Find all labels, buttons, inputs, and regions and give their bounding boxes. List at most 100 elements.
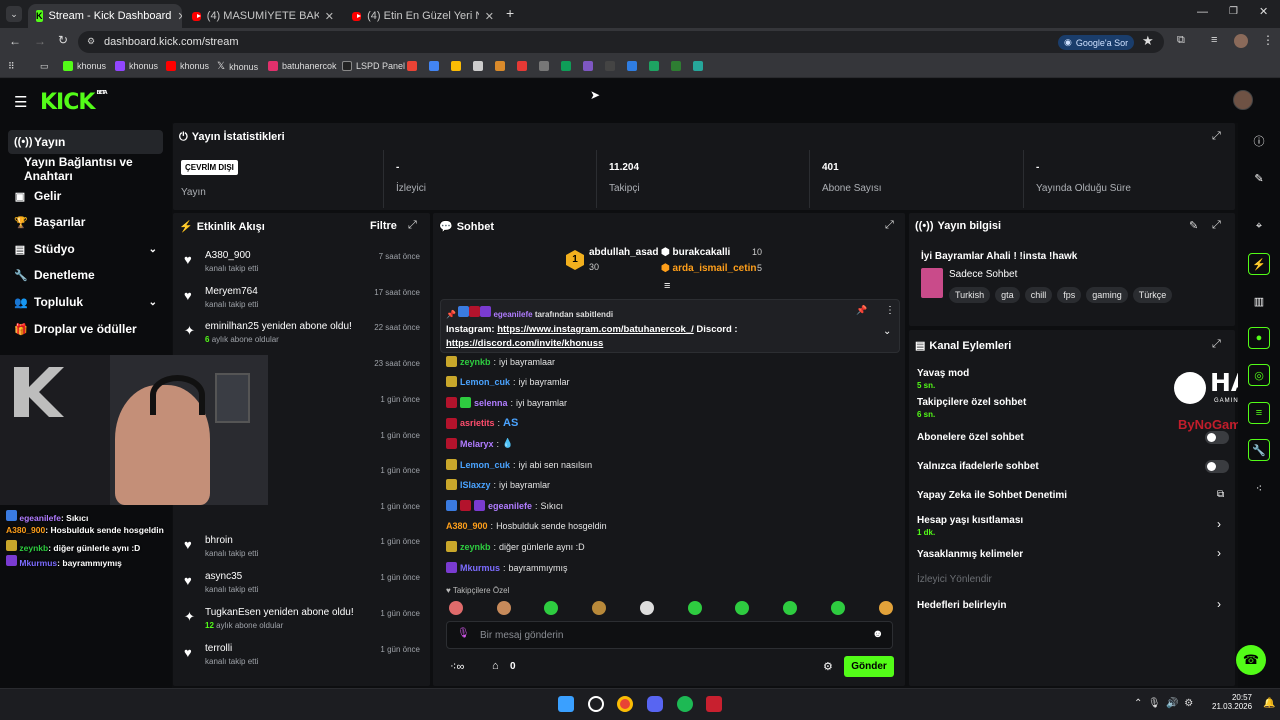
- expand-icon[interactable]: ⤢: [1212, 219, 1221, 232]
- apps-icon[interactable]: ⠿: [8, 61, 15, 72]
- bookmark-batuhanercok[interactable]: batuhanercok: [268, 61, 337, 71]
- sheets-icon[interactable]: [561, 61, 571, 71]
- emotes-only-toggle[interactable]: [1205, 460, 1229, 473]
- followers-only-setting[interactable]: Takipçilere özel sohbet 6 sn.: [917, 397, 1026, 419]
- edit-icon[interactable]: ✎: [1189, 219, 1198, 232]
- info-icon[interactable]: ⓘ: [1248, 130, 1270, 152]
- apps-icon[interactable]: ⁖: [1248, 477, 1270, 499]
- sidebar-item-studyo[interactable]: ▤ Stüdyo ⌄: [8, 237, 163, 261]
- url-input[interactable]: ⚙ dashboard.kick.com/stream: [78, 31, 1164, 53]
- chat-username[interactable]: lSlaxzy: [460, 480, 491, 490]
- tag[interactable]: gta: [995, 287, 1020, 303]
- expand-icon[interactable]: ⤢: [885, 219, 894, 232]
- windows-start-icon[interactable]: [558, 696, 574, 712]
- chrome-icon[interactable]: [617, 696, 633, 712]
- close-tab-icon[interactable]: ✕: [177, 10, 182, 23]
- chat-username[interactable]: Melaryx: [460, 439, 494, 449]
- ext-icon[interactable]: [583, 61, 593, 71]
- ext-icon[interactable]: [605, 61, 615, 71]
- chat-username[interactable]: Mkurmus: [460, 563, 500, 573]
- close-window-icon[interactable]: ✕: [1259, 5, 1268, 18]
- chat-username[interactable]: Lemon_cuk: [460, 377, 510, 387]
- tab-kick-dashboard[interactable]: K Stream - Kick Dashboard ✕: [28, 4, 182, 28]
- bookmark-lspd-panel[interactable]: LSPD Panel: [342, 61, 405, 71]
- redirect-viewers-link[interactable]: İzleyici Yönlendir: [917, 574, 992, 585]
- ext-icon[interactable]: [627, 61, 637, 71]
- sidebar-item-topluluk[interactable]: 👥 Topluluk ⌄: [8, 290, 163, 314]
- kick-logo[interactable]: KICK BETA: [40, 90, 108, 115]
- minimize-window-icon[interactable]: —: [1197, 6, 1208, 18]
- drive-icon[interactable]: [649, 61, 659, 71]
- discord-icon[interactable]: [647, 696, 663, 712]
- expand-icon[interactable]: ⤢: [1212, 130, 1221, 143]
- new-tab-icon[interactable]: +: [506, 5, 514, 21]
- expand-icon[interactable]: ⤢: [408, 219, 417, 232]
- sidebar-item-basarilar[interactable]: 🏆 Başarılar: [8, 210, 163, 234]
- bookmark-star-icon[interactable]: ★: [1142, 33, 1154, 49]
- leader-3-name[interactable]: ⬢ arda_ismail_cetin: [661, 263, 756, 274]
- maximize-window-icon[interactable]: ❐: [1229, 6, 1238, 17]
- slow-mode-setting[interactable]: Yavaş mod 5 sn.: [917, 368, 969, 390]
- emote-icon[interactable]: [497, 601, 511, 615]
- ext-icon[interactable]: [693, 61, 703, 71]
- expand-pinned-icon[interactable]: ⌄: [883, 326, 891, 337]
- gmail-icon[interactable]: [451, 61, 461, 71]
- mic-icon[interactable]: 🎙: [457, 628, 470, 639]
- tab-youtube-1[interactable]: (4) MASUMİYETE BAK! - MASUMİ ✕: [184, 4, 342, 28]
- emote-icon[interactable]: [688, 601, 702, 615]
- document-icon[interactable]: ▥: [1248, 290, 1270, 312]
- chat-username[interactable]: zeynkb: [460, 542, 491, 552]
- app-icon[interactable]: [706, 696, 722, 712]
- emote-icon[interactable]: [783, 601, 797, 615]
- chat-username[interactable]: zeynkb: [460, 357, 491, 367]
- docs-icon[interactable]: [473, 61, 483, 71]
- ext-icon[interactable]: [671, 61, 681, 71]
- subs-only-toggle[interactable]: [1205, 431, 1229, 444]
- chat-username[interactable]: egeanilefe: [488, 501, 532, 511]
- gmail-icon[interactable]: [407, 61, 417, 71]
- notification-icon[interactable]: 🔔: [1263, 698, 1275, 709]
- wrench-icon[interactable]: 🔧: [1248, 439, 1270, 461]
- bookmark-khonus-twitch[interactable]: khonus: [115, 61, 158, 71]
- tag[interactable]: Turkish: [949, 287, 991, 303]
- focus-icon[interactable]: ⌖: [1248, 215, 1270, 237]
- ai-moderation-link[interactable]: Yapay Zeka ile Sohbet Denetimi: [917, 490, 1067, 501]
- folder-icon[interactable]: ▭: [40, 61, 49, 72]
- tag[interactable]: chill: [1024, 287, 1053, 303]
- browser-menu-icon[interactable]: ⋮: [1262, 33, 1274, 47]
- emote-icon[interactable]: [879, 601, 893, 615]
- sidebar-item-denetleme[interactable]: 🔧 Denetleme: [8, 263, 163, 287]
- close-tab-icon[interactable]: ✕: [485, 10, 494, 23]
- media-icon[interactable]: ≡: [1211, 34, 1217, 46]
- leader-1-name[interactable]: abdullah_asad: [589, 247, 658, 258]
- emote-icon[interactable]: [544, 601, 558, 615]
- google-ask-button[interactable]: ◉ Google'a Sor: [1058, 35, 1135, 50]
- reload-icon[interactable]: ↻: [58, 33, 68, 47]
- emoji-icon[interactable]: ☻: [872, 628, 884, 640]
- clock[interactable]: 20:57 21.03.2026: [1212, 693, 1252, 711]
- emote-icon[interactable]: [735, 601, 749, 615]
- chevron-right-icon[interactable]: ›: [1217, 546, 1221, 560]
- chat-icon[interactable]: ●: [1248, 327, 1270, 349]
- sidebar-item-droplar[interactable]: 🎁 Droplar ve ödüller: [8, 317, 163, 341]
- emote-icon[interactable]: [640, 601, 654, 615]
- tag[interactable]: Türkçe: [1132, 287, 1173, 303]
- gmail-icon[interactable]: [429, 61, 439, 71]
- filter-button[interactable]: Filtre: [370, 220, 397, 232]
- bookmark-khonus-youtube[interactable]: khonus: [166, 61, 209, 71]
- ext-icon[interactable]: [517, 61, 527, 71]
- sidebar-item-stream-key[interactable]: Yayın Bağlantısı ve Anahtarı: [18, 155, 172, 183]
- ext-icon[interactable]: [495, 61, 505, 71]
- support-button[interactable]: ☎: [1236, 645, 1266, 675]
- extensions-icon[interactable]: ⧉: [1177, 34, 1185, 47]
- emote-icon[interactable]: [592, 601, 606, 615]
- list-icon[interactable]: ≡: [1248, 402, 1270, 424]
- send-button[interactable]: Gönder: [844, 656, 894, 677]
- tab-youtube-2[interactable]: (4) Etin En Güzel Yeri Neresi | Et ✕: [344, 4, 502, 28]
- banned-words-link[interactable]: Yasaklanmış kelimeler: [917, 549, 1023, 560]
- set-goals-link[interactable]: Hedefleri belirleyin: [917, 600, 1006, 611]
- tray-icons[interactable]: ⌃ 🎙 🔊 ⚙: [1134, 698, 1193, 709]
- points-icon[interactable]: ⁖∞: [450, 660, 464, 673]
- external-link-icon[interactable]: ⧉: [1217, 489, 1224, 500]
- unpin-icon[interactable]: 📌: [856, 305, 867, 316]
